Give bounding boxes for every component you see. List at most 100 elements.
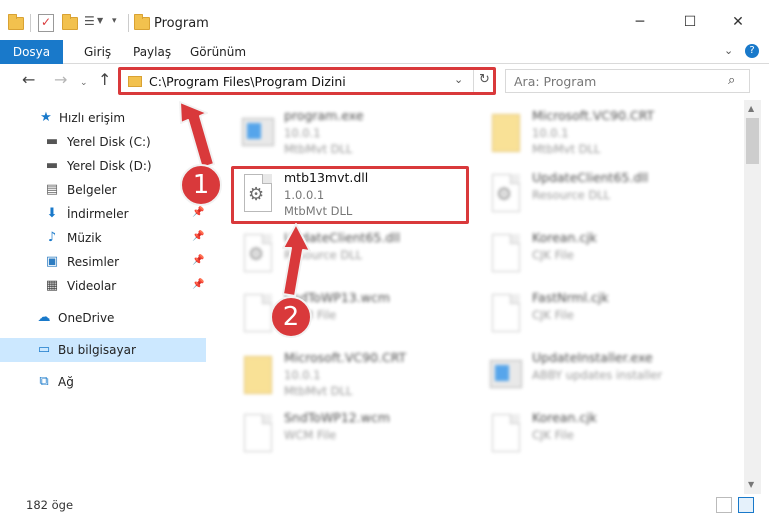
close-button[interactable]: ✕ <box>722 10 754 34</box>
address-highlight-box <box>118 67 496 95</box>
search-placeholder: Ara: Program <box>514 74 597 89</box>
vertical-scrollbar[interactable]: ▲ ▼ <box>744 100 761 494</box>
tab-share[interactable]: Paylaş <box>133 40 171 64</box>
file-detail: 10.0.1 <box>284 368 321 382</box>
file-item[interactable]: Microsoft.VC90.CRT 10.0.1 MtbMvt DLL <box>474 104 719 164</box>
nav-item-network[interactable]: ⧉ Ağ <box>0 370 206 394</box>
window-title: Program <box>154 16 209 31</box>
file-name: UpdateClient65.dll <box>532 170 649 185</box>
nav-item-label: İndirmeler <box>67 207 129 221</box>
quick-access-dropdown-icon[interactable]: ▾ <box>112 14 122 32</box>
ribbon-tabs: Dosya Giriş Paylaş Görünüm ⌄ ? <box>0 40 769 64</box>
nav-item-onedrive[interactable]: ☁ OneDrive <box>0 306 206 330</box>
nav-item-this-pc[interactable]: ▭ Bu bilgisayar <box>0 338 206 362</box>
dll-gear-icon: ⚙ <box>238 232 276 278</box>
folder-icon <box>486 110 524 156</box>
nav-item-local-disk-c[interactable]: ▬ Yerel Disk (C:) <box>0 130 206 154</box>
nav-item-label: Yerel Disk (D:) <box>67 159 152 173</box>
properties-icon[interactable]: ✓ <box>38 14 54 32</box>
pin-icon[interactable]: 📌 <box>192 207 204 218</box>
nav-item-pictures[interactable]: ▣ Resimler 📌 <box>0 250 206 274</box>
file-icon <box>486 292 524 338</box>
customize-toolbar-icon[interactable]: ☰ ▼ <box>84 14 106 32</box>
computer-icon: ▭ <box>37 342 51 357</box>
title-bar: ✓ ☰ ▼ ▾ Program ─ ☐ ✕ <box>0 0 769 42</box>
toolbar-separator <box>128 14 129 32</box>
file-item[interactable]: Korean.cjk CJK File <box>474 406 719 466</box>
nav-item-label: Ağ <box>58 375 74 389</box>
step-1-badge: 1 <box>180 164 222 206</box>
file-name: program.exe <box>284 108 364 123</box>
file-icon <box>238 412 276 458</box>
nav-item-quick-access[interactable]: ★ Hızlı erişim <box>0 106 206 130</box>
recent-locations-icon[interactable]: ⌄ <box>80 73 88 93</box>
item-count: 182 öge <box>26 498 74 512</box>
file-detail: MtbMvt DLL <box>284 142 353 156</box>
file-detail: MtbMvt DLL <box>532 142 601 156</box>
search-icon[interactable]: ⌕ <box>728 73 735 88</box>
nav-item-label: Bu bilgisayar <box>58 343 136 357</box>
dll-gear-icon: ⚙ <box>486 172 524 218</box>
address-row: ← → ⌄ ↑ C:\Program Files\Program Dizini … <box>0 64 769 98</box>
large-icons-view-icon[interactable] <box>738 497 754 513</box>
file-name: Korean.cjk <box>532 410 597 425</box>
file-item[interactable]: SndToWP12.wcm WCM File <box>226 406 471 466</box>
document-icon: ▤ <box>45 182 59 197</box>
file-item[interactable]: ⚙ UpdateClient65.dll Resource DLL <box>474 166 719 226</box>
nav-item-downloads[interactable]: ⬇ İndirmeler 📌 <box>0 202 206 226</box>
file-name: UpdateClient65.dll <box>284 230 401 245</box>
star-icon: ★ <box>40 110 52 125</box>
scroll-up-icon[interactable]: ▲ <box>748 104 754 113</box>
pin-icon[interactable]: 📌 <box>192 279 204 290</box>
file-name: FastNrml.cjk <box>532 290 609 305</box>
nav-item-documents[interactable]: ▤ Belgeler <box>0 178 206 202</box>
file-name: UpdateInstaller.exe <box>532 350 653 365</box>
nav-item-label: Müzik <box>67 231 102 245</box>
nav-item-label: OneDrive <box>58 311 115 325</box>
file-highlight-box <box>231 166 469 224</box>
pin-icon[interactable]: 📌 <box>192 231 204 242</box>
details-view-icon[interactable] <box>716 497 732 513</box>
file-item[interactable]: Korean.cjk CJK File <box>474 226 719 286</box>
file-item[interactable]: UpdateInstaller.exe ABBY updates install… <box>474 346 719 406</box>
file-item[interactable]: FastNrml.cjk CJK File <box>474 286 719 346</box>
file-icon <box>486 232 524 278</box>
network-icon: ⧉ <box>39 374 49 389</box>
search-input[interactable]: Ara: Program ⌕ <box>505 69 750 93</box>
pictures-icon: ▣ <box>45 254 59 269</box>
expand-ribbon-icon[interactable]: ⌄ <box>724 44 733 57</box>
pin-icon[interactable]: 📌 <box>192 255 204 266</box>
file-item[interactable]: program.exe 10.0.1 MtbMvt DLL <box>226 104 471 164</box>
forward-arrow-icon[interactable]: → <box>54 70 67 90</box>
file-item[interactable]: ⚙ UpdateClient65.dll Resource DLL <box>226 226 471 286</box>
help-icon[interactable]: ? <box>745 44 759 58</box>
music-icon: ♪ <box>47 230 57 245</box>
file-item[interactable]: Microsoft.VC90.CRT 10.0.1 MtbMvt DLL <box>226 346 471 406</box>
scroll-thumb[interactable] <box>746 118 759 164</box>
minimize-button[interactable]: ─ <box>624 10 656 34</box>
tab-view[interactable]: Görünüm <box>190 40 246 64</box>
nav-item-videos[interactable]: ▦ Videolar 📌 <box>0 274 206 298</box>
file-detail: CJK File <box>532 428 574 442</box>
nav-item-music[interactable]: ♪ Müzik 📌 <box>0 226 206 250</box>
file-detail: CJK File <box>532 308 574 322</box>
tab-home[interactable]: Giriş <box>84 40 111 64</box>
scroll-down-icon[interactable]: ▼ <box>748 480 754 489</box>
file-detail: 10.0.1 <box>532 126 569 140</box>
file-detail: Resource DLL <box>284 248 363 262</box>
file-detail: Resource DLL <box>532 188 611 202</box>
up-arrow-icon[interactable]: ↑ <box>98 70 111 90</box>
back-arrow-icon[interactable]: ← <box>22 70 35 90</box>
tab-file[interactable]: Dosya <box>0 40 63 64</box>
file-detail: WCM File <box>284 428 337 442</box>
download-icon: ⬇ <box>46 206 58 221</box>
file-name: SndToWP12.wcm <box>284 410 390 425</box>
maximize-button[interactable]: ☐ <box>674 10 706 34</box>
file-detail: MtbMvt DLL <box>284 384 353 398</box>
step-2-badge: 2 <box>270 296 312 338</box>
installer-icon <box>486 352 524 398</box>
nav-item-local-disk-d[interactable]: ▬ Yerel Disk (D:) <box>0 154 206 178</box>
toolbar-separator <box>30 14 31 32</box>
navigation-pane: ★ Hızlı erişim ▬ Yerel Disk (C:) ▬ Yerel… <box>0 100 206 490</box>
file-item[interactable]: SndToWP13.wcm WCM File <box>226 286 471 346</box>
